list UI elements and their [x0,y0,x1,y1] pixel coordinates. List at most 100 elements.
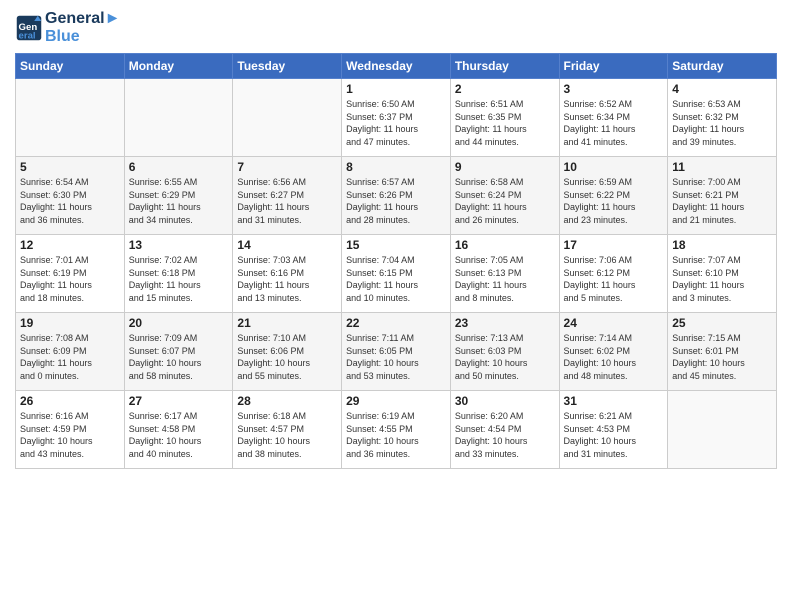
calendar-cell [124,79,233,157]
day-info: Sunrise: 6:52 AM Sunset: 6:34 PM Dayligh… [564,98,664,148]
day-info: Sunrise: 7:14 AM Sunset: 6:02 PM Dayligh… [564,332,664,382]
day-info: Sunrise: 7:02 AM Sunset: 6:18 PM Dayligh… [129,254,229,304]
calendar-row-0: 1 Sunrise: 6:50 AM Sunset: 6:37 PM Daylig… [16,79,777,157]
calendar-cell: 3 Sunrise: 6:52 AM Sunset: 6:34 PM Daylig… [559,79,668,157]
day-number: 30 [455,394,555,408]
calendar-cell [233,79,342,157]
calendar-cell: 31 Sunrise: 6:21 AM Sunset: 4:53 PM Dayli… [559,391,668,469]
calendar-row-3: 19 Sunrise: 7:08 AM Sunset: 6:09 PM Dayli… [16,313,777,391]
calendar-row-2: 12 Sunrise: 7:01 AM Sunset: 6:19 PM Dayli… [16,235,777,313]
day-number: 12 [20,238,120,252]
day-info: Sunrise: 6:20 AM Sunset: 4:54 PM Dayligh… [455,410,555,460]
calendar-cell: 20Sunrise: 7:09 AM Sunset: 6:07 PM Dayli… [124,313,233,391]
calendar-cell: 6Sunrise: 6:55 AM Sunset: 6:29 PM Daylig… [124,157,233,235]
calendar-cell: 27 Sunrise: 6:17 AM Sunset: 4:58 PM Dayli… [124,391,233,469]
weekday-header-row: SundayMondayTuesdayWednesdayThursdayFrid… [16,54,777,79]
day-number: 18 [672,238,772,252]
day-number: 8 [346,160,446,174]
day-info: Sunrise: 7:15 AM Sunset: 6:01 PM Dayligh… [672,332,772,382]
day-number: 3 [564,82,664,96]
calendar-cell: 24 Sunrise: 7:14 AM Sunset: 6:02 PM Dayli… [559,313,668,391]
weekday-header-monday: Monday [124,54,233,79]
calendar-cell: 4Sunrise: 6:53 AM Sunset: 6:32 PM Daylig… [668,79,777,157]
day-info: Sunrise: 6:17 AM Sunset: 4:58 PM Dayligh… [129,410,229,460]
day-number: 11 [672,160,772,174]
logo-text-block: General► Blue [45,10,120,45]
day-number: 7 [237,160,337,174]
day-number: 22 [346,316,446,330]
day-info: Sunrise: 6:19 AM Sunset: 4:55 PM Dayligh… [346,410,446,460]
calendar-cell: 29 Sunrise: 6:19 AM Sunset: 4:55 PM Dayli… [342,391,451,469]
calendar-cell: 18 Sunrise: 7:07 AM Sunset: 6:10 PM Dayli… [668,235,777,313]
day-info: Sunrise: 7:01 AM Sunset: 6:19 PM Dayligh… [20,254,120,304]
calendar-body: 1 Sunrise: 6:50 AM Sunset: 6:37 PM Daylig… [16,79,777,469]
day-number: 26 [20,394,120,408]
logo-line1: General► [45,10,120,28]
weekday-header-friday: Friday [559,54,668,79]
day-number: 20 [129,316,229,330]
day-info: Sunrise: 7:00 AM Sunset: 6:21 PM Dayligh… [672,176,772,226]
day-number: 16 [455,238,555,252]
day-info: Sunrise: 7:13 AM Sunset: 6:03 PM Dayligh… [455,332,555,382]
day-info: Sunrise: 7:07 AM Sunset: 6:10 PM Dayligh… [672,254,772,304]
calendar-row-4: 26 Sunrise: 6:16 AM Sunset: 4:59 PM Dayli… [16,391,777,469]
calendar-cell: 19 Sunrise: 7:08 AM Sunset: 6:09 PM Dayli… [16,313,125,391]
day-info: Sunrise: 7:04 AM Sunset: 6:15 PM Dayligh… [346,254,446,304]
logo-line2: Blue [45,28,120,46]
calendar-cell: 15Sunrise: 7:04 AM Sunset: 6:15 PM Dayli… [342,235,451,313]
day-info: Sunrise: 6:21 AM Sunset: 4:53 PM Dayligh… [564,410,664,460]
day-number: 27 [129,394,229,408]
day-info: Sunrise: 7:06 AM Sunset: 6:12 PM Dayligh… [564,254,664,304]
day-number: 29 [346,394,446,408]
calendar-cell: 5Sunrise: 6:54 AM Sunset: 6:30 PM Daylig… [16,157,125,235]
day-number: 2 [455,82,555,96]
day-number: 24 [564,316,664,330]
day-number: 14 [237,238,337,252]
day-info: Sunrise: 6:50 AM Sunset: 6:37 PM Dayligh… [346,98,446,148]
calendar-table: SundayMondayTuesdayWednesdayThursdayFrid… [15,53,777,469]
calendar-cell: 1 Sunrise: 6:50 AM Sunset: 6:37 PM Daylig… [342,79,451,157]
day-number: 9 [455,160,555,174]
day-number: 31 [564,394,664,408]
day-number: 17 [564,238,664,252]
calendar-cell: 22 Sunrise: 7:11 AM Sunset: 6:05 PM Dayli… [342,313,451,391]
day-info: Sunrise: 6:59 AM Sunset: 6:22 PM Dayligh… [564,176,664,226]
calendar-row-1: 5Sunrise: 6:54 AM Sunset: 6:30 PM Daylig… [16,157,777,235]
weekday-header-tuesday: Tuesday [233,54,342,79]
day-number: 1 [346,82,446,96]
weekday-header-wednesday: Wednesday [342,54,451,79]
calendar-cell: 9 Sunrise: 6:58 AM Sunset: 6:24 PM Daylig… [450,157,559,235]
day-info: Sunrise: 6:55 AM Sunset: 6:29 PM Dayligh… [129,176,229,226]
calendar-cell: 12 Sunrise: 7:01 AM Sunset: 6:19 PM Dayli… [16,235,125,313]
day-info: Sunrise: 7:05 AM Sunset: 6:13 PM Dayligh… [455,254,555,304]
calendar-cell: 26 Sunrise: 6:16 AM Sunset: 4:59 PM Dayli… [16,391,125,469]
day-info: Sunrise: 6:53 AM Sunset: 6:32 PM Dayligh… [672,98,772,148]
weekday-header-saturday: Saturday [668,54,777,79]
day-number: 25 [672,316,772,330]
calendar-cell: 2Sunrise: 6:51 AM Sunset: 6:35 PM Daylig… [450,79,559,157]
calendar-cell: 10 Sunrise: 6:59 AM Sunset: 6:22 PM Dayli… [559,157,668,235]
calendar-cell: 11 Sunrise: 7:00 AM Sunset: 6:21 PM Dayli… [668,157,777,235]
calendar-cell: 14 Sunrise: 7:03 AM Sunset: 6:16 PM Dayli… [233,235,342,313]
weekday-header-thursday: Thursday [450,54,559,79]
day-info: Sunrise: 7:08 AM Sunset: 6:09 PM Dayligh… [20,332,120,382]
calendar-cell: 7 Sunrise: 6:56 AM Sunset: 6:27 PM Daylig… [233,157,342,235]
day-number: 19 [20,316,120,330]
calendar-cell: 16 Sunrise: 7:05 AM Sunset: 6:13 PM Dayli… [450,235,559,313]
calendar-cell: 25 Sunrise: 7:15 AM Sunset: 6:01 PM Dayli… [668,313,777,391]
day-info: Sunrise: 6:16 AM Sunset: 4:59 PM Dayligh… [20,410,120,460]
logo: Gen eral General► Blue [15,10,120,45]
header: Gen eral General► Blue [15,10,777,45]
calendar-cell: 28 Sunrise: 6:18 AM Sunset: 4:57 PM Dayli… [233,391,342,469]
day-info: Sunrise: 7:11 AM Sunset: 6:05 PM Dayligh… [346,332,446,382]
day-number: 10 [564,160,664,174]
day-info: Sunrise: 6:18 AM Sunset: 4:57 PM Dayligh… [237,410,337,460]
calendar-cell: 13Sunrise: 7:02 AM Sunset: 6:18 PM Dayli… [124,235,233,313]
day-number: 21 [237,316,337,330]
weekday-header-sunday: Sunday [16,54,125,79]
day-info: Sunrise: 6:58 AM Sunset: 6:24 PM Dayligh… [455,176,555,226]
day-info: Sunrise: 7:03 AM Sunset: 6:16 PM Dayligh… [237,254,337,304]
day-info: Sunrise: 6:56 AM Sunset: 6:27 PM Dayligh… [237,176,337,226]
calendar-cell [16,79,125,157]
day-number: 28 [237,394,337,408]
